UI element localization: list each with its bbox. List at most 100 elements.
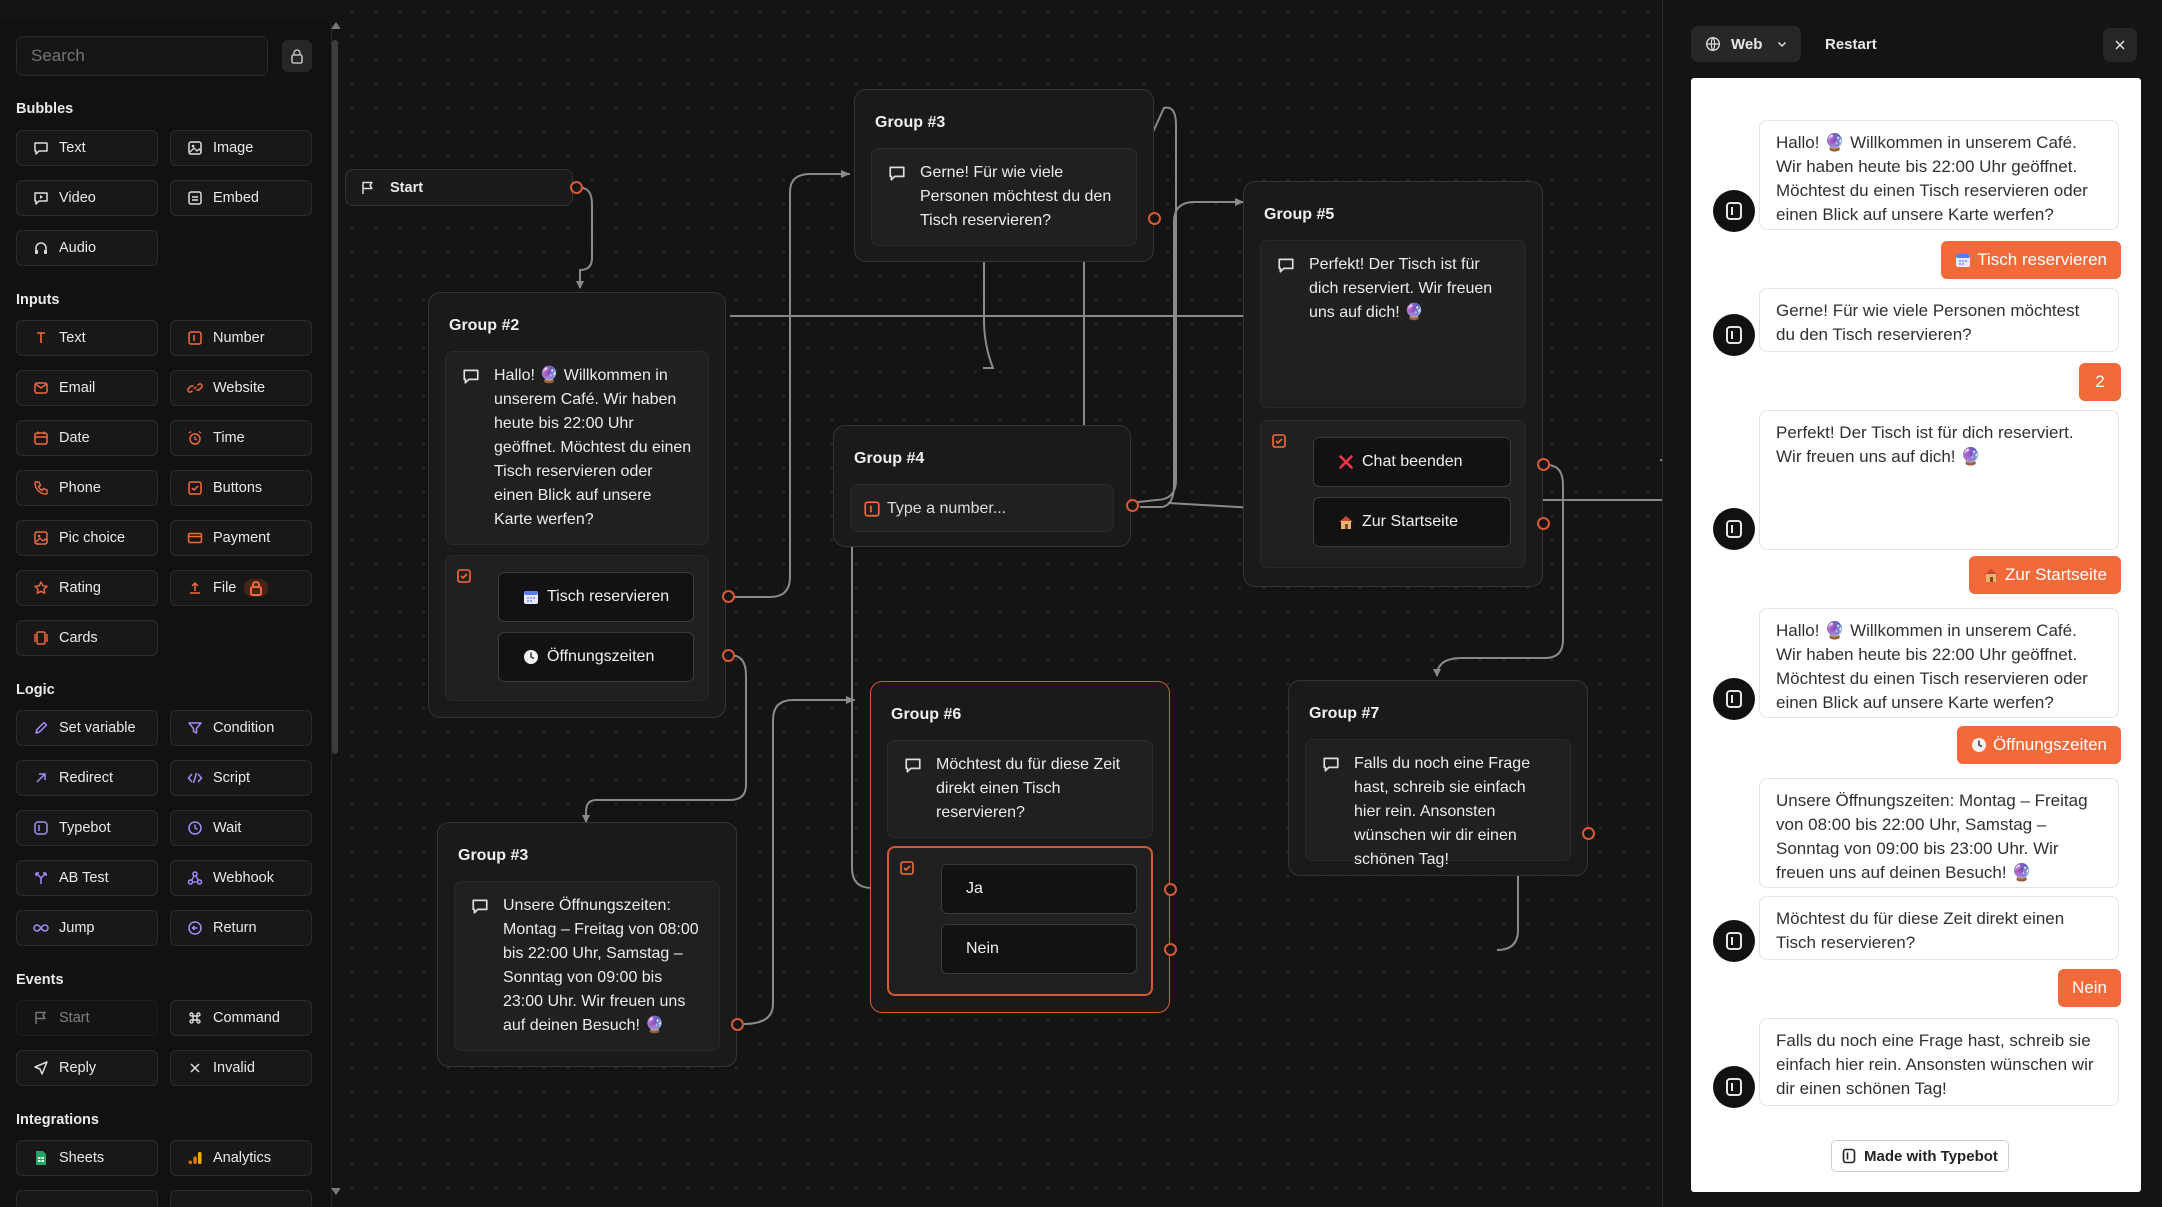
- handle-nein[interactable]: [1164, 943, 1177, 956]
- block-file-input[interactable]: File: [170, 570, 312, 606]
- infinity-icon: [33, 924, 49, 932]
- split-icon: [35, 872, 47, 884]
- block-text-bubble[interactable]: Text: [16, 130, 158, 166]
- chat-message-user: Tisch reservieren: [1941, 241, 2121, 279]
- option-tisch-reservieren[interactable]: Tisch reservieren: [498, 572, 694, 622]
- group-3-bottom[interactable]: Group #3 Unsere Öffnungszeiten: Montag –…: [437, 822, 737, 1067]
- typebot-logo-icon: [1726, 932, 1742, 950]
- group-6-text-block[interactable]: Möchtest du für diese Zeit direkt einen …: [887, 740, 1153, 838]
- group-6[interactable]: Group #6 Möchtest du für diese Zeit dire…: [870, 681, 1170, 1013]
- sidebar-scrollbar-thumb[interactable]: [332, 40, 338, 754]
- chat-bubble-icon: [905, 758, 921, 773]
- chat-preview[interactable]: Hallo! 🔮 Willkommen in unserem Café. Wir…: [1691, 78, 2141, 1192]
- block-audio-bubble[interactable]: Audio: [16, 230, 158, 266]
- block-email-input[interactable]: Email: [16, 370, 158, 406]
- block-redirect[interactable]: Redirect: [16, 760, 158, 796]
- option-zur-startseite[interactable]: Zur Startseite: [1313, 497, 1511, 547]
- block-payment-input[interactable]: Payment: [170, 520, 312, 556]
- group-5-buttons-block[interactable]: Chat beenden Zur Startseite: [1260, 420, 1526, 568]
- flow-canvas[interactable]: Start Group #2 Hallo! 🔮 Willkommen in un…: [340, 0, 1662, 1207]
- block-image-bubble[interactable]: Image: [170, 130, 312, 166]
- group-3-bottom-text-block[interactable]: Unsere Öffnungszeiten: Montag – Freitag …: [454, 881, 720, 1051]
- group-7[interactable]: Group #7 Falls du noch eine Frage hast, …: [1288, 680, 1588, 876]
- block-webhook[interactable]: Webhook: [170, 860, 312, 896]
- block-wait[interactable]: Wait: [170, 810, 312, 846]
- group-2-buttons-block[interactable]: Tisch reservieren Öffnungszeiten: [445, 555, 709, 701]
- block-embed-bubble[interactable]: Embed: [170, 180, 312, 216]
- block-google-sheets[interactable]: Sheets: [16, 1140, 158, 1176]
- block-pic-choice-input[interactable]: Pic choice: [16, 520, 158, 556]
- search-input[interactable]: [16, 36, 268, 76]
- group-3-top[interactable]: Group #3 Gerne! Für wie viele Personen m…: [854, 89, 1154, 262]
- handle-tisch-reservieren[interactable]: [722, 590, 735, 603]
- block-ab-test[interactable]: AB Test: [16, 860, 158, 896]
- block-condition[interactable]: Condition: [170, 710, 312, 746]
- group-2-text-block[interactable]: Hallo! 🔮 Willkommen in unserem Café. Wir…: [445, 351, 709, 545]
- x-icon: [190, 1063, 200, 1073]
- link-icon: [187, 383, 203, 393]
- lock-sidebar-button[interactable]: [282, 40, 312, 72]
- start-node[interactable]: Start: [345, 169, 573, 206]
- group-6-buttons-block[interactable]: Ja Nein: [887, 846, 1153, 996]
- block-phone-input[interactable]: Phone: [16, 470, 158, 506]
- option-chat-beenden[interactable]: Chat beenden: [1313, 437, 1511, 487]
- flag-icon: [362, 181, 373, 194]
- option-nein[interactable]: Nein: [941, 924, 1137, 974]
- block-video-bubble[interactable]: Video: [16, 180, 158, 216]
- group-4[interactable]: Group #4 Type a number...: [833, 425, 1131, 547]
- group-3-top-output-handle[interactable]: [1148, 212, 1161, 225]
- handle-zur-startseite[interactable]: [1537, 517, 1550, 530]
- block-partial-item[interactable]: [16, 1190, 158, 1207]
- group-3-bottom-output-handle[interactable]: [731, 1018, 744, 1031]
- block-partial-item[interactable]: [170, 1190, 312, 1207]
- block-reply-event[interactable]: Reply: [16, 1050, 158, 1086]
- group-5-text-block[interactable]: Perfekt! Der Tisch ist für dich reservie…: [1260, 240, 1526, 408]
- handle-chat-beenden[interactable]: [1537, 458, 1550, 471]
- block-command-event[interactable]: Command: [170, 1000, 312, 1036]
- block-rating-input[interactable]: Rating: [16, 570, 158, 606]
- block-jump[interactable]: Jump: [16, 910, 158, 946]
- block-cards-input[interactable]: Cards: [16, 620, 158, 656]
- block-text-input[interactable]: Text: [16, 320, 158, 356]
- block-number-input[interactable]: Number: [170, 320, 312, 356]
- handle-oeffnungszeiten[interactable]: [722, 649, 735, 662]
- group-3-top-text-block[interactable]: Gerne! Für wie viele Personen möchtest d…: [871, 148, 1137, 246]
- analytics-icon: [188, 1152, 202, 1165]
- chat-bubble-icon: [1278, 258, 1294, 273]
- checkbox-icon: [457, 569, 471, 583]
- group-7-text-block[interactable]: Falls du noch eine Frage hast, schreib s…: [1305, 739, 1571, 868]
- block-invalid-event[interactable]: Invalid: [170, 1050, 312, 1086]
- block-time-input[interactable]: Time: [170, 420, 312, 456]
- block-script[interactable]: Script: [170, 760, 312, 796]
- group-2[interactable]: Group #2 Hallo! 🔮 Willkommen in unserem …: [428, 292, 726, 718]
- block-return[interactable]: Return: [170, 910, 312, 946]
- close-preview-button[interactable]: [2103, 28, 2137, 62]
- block-typebot[interactable]: Typebot: [16, 810, 158, 846]
- typebot-logo-icon: [1726, 690, 1742, 708]
- block-buttons-input[interactable]: Buttons: [170, 470, 312, 506]
- block-google-analytics[interactable]: Analytics: [170, 1140, 312, 1176]
- sheets-icon: [36, 1151, 46, 1165]
- block-date-input[interactable]: Date: [16, 420, 158, 456]
- mail-icon: [34, 382, 48, 394]
- group-7-output-handle[interactable]: [1582, 827, 1595, 840]
- star-icon: [34, 581, 48, 594]
- group-4-number-input-block[interactable]: Type a number...: [850, 484, 1114, 532]
- option-oeffnungszeiten[interactable]: Öffnungszeiten: [498, 632, 694, 682]
- made-with-typebot-link[interactable]: Made with Typebot: [1831, 1140, 2009, 1172]
- option-ja[interactable]: Ja: [941, 864, 1137, 914]
- clock-emoji-icon: [524, 650, 538, 664]
- block-set-variable[interactable]: Set variable: [16, 710, 158, 746]
- return-icon: [188, 921, 202, 935]
- runtime-select-button[interactable]: Web: [1691, 26, 1801, 62]
- arrowhead: [846, 696, 855, 704]
- handle-ja[interactable]: [1164, 883, 1177, 896]
- group-4-output-handle[interactable]: [1126, 499, 1139, 512]
- group-7-title: Group #7: [1309, 705, 1380, 722]
- block-website-input[interactable]: Website: [170, 370, 312, 406]
- restart-button[interactable]: Restart: [1825, 26, 1877, 62]
- close-icon: [2115, 40, 2125, 50]
- start-output-handle[interactable]: [570, 181, 583, 194]
- group-5[interactable]: Group #5 Perfekt! Der Tisch ist für dich…: [1243, 181, 1543, 587]
- arrow-up-right-icon: [36, 773, 46, 783]
